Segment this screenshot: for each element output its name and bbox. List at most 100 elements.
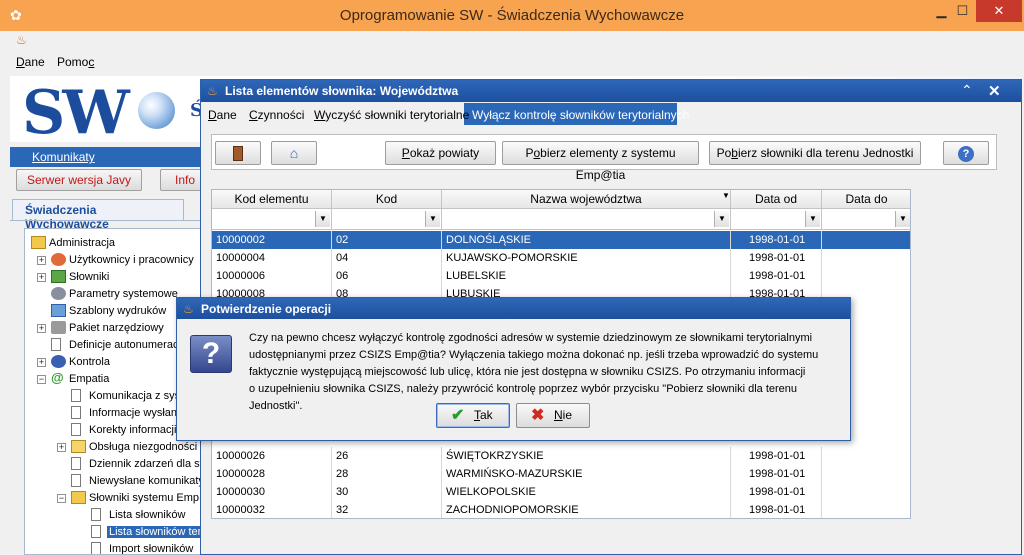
tree-item-label: Korekty informacji bbox=[89, 424, 177, 436]
dropdown-arrow-icon[interactable]: ▼ bbox=[315, 211, 330, 227]
dropdown-arrow-icon[interactable]: ▼ bbox=[895, 211, 910, 227]
tree-item[interactable]: Lista słowników terytorialnych bbox=[25, 524, 205, 541]
close-icon[interactable]: ✕ bbox=[976, 0, 1022, 22]
document-icon bbox=[71, 423, 81, 436]
expand-icon[interactable]: + bbox=[57, 443, 66, 452]
sw-logo: SW bbox=[22, 78, 130, 148]
table-cell: 1998-01-01 bbox=[749, 252, 806, 264]
yes-button[interactable]: ✔ Tak bbox=[436, 403, 510, 428]
expand-icon[interactable]: + bbox=[37, 273, 46, 282]
table-cell: DOLNOŚLĄSKIE bbox=[446, 234, 531, 246]
tab-separator bbox=[10, 220, 205, 221]
pokaz-powiaty-button[interactable]: Pokaż powiaty bbox=[385, 141, 496, 165]
column-header[interactable]: Kod elementu bbox=[212, 190, 332, 209]
document-icon bbox=[51, 338, 61, 351]
grid-line bbox=[441, 483, 442, 501]
no-button[interactable]: ✖ Nie bbox=[516, 403, 590, 428]
collapse-icon[interactable]: − bbox=[37, 375, 46, 384]
grid-line bbox=[441, 231, 442, 249]
grid-line bbox=[821, 447, 822, 465]
tree-item-label: Słowniki systemu Emp@tia bbox=[89, 492, 205, 504]
table-cell: 1998-01-01 bbox=[749, 468, 806, 480]
table-cell: 06 bbox=[336, 270, 349, 282]
dropdown-arrow-icon[interactable]: ▼ bbox=[805, 211, 820, 227]
tree-item[interactable]: Administracja bbox=[25, 235, 205, 252]
collapse-icon[interactable]: − bbox=[57, 494, 66, 503]
dictionary-title: Lista elementów słownika: Województwa bbox=[225, 84, 459, 98]
confirm-dialog: ♨ Potwierdzenie operacji ? Czy na pewno … bbox=[176, 297, 851, 441]
dropdown-arrow-icon[interactable]: ▼ bbox=[714, 211, 729, 227]
wrench-icon bbox=[51, 321, 66, 334]
table-cell: ZACHODNIOPOMORSKIE bbox=[446, 504, 579, 516]
column-header[interactable]: Data od bbox=[731, 190, 822, 209]
tree-item-label: Kontrola bbox=[69, 356, 110, 368]
expand-icon[interactable]: + bbox=[37, 358, 46, 367]
at-icon: @ bbox=[51, 370, 64, 385]
java-icon[interactable]: ♨ bbox=[16, 33, 27, 47]
menu-pomoc[interactable]: Pomoc bbox=[57, 55, 94, 69]
tree-item-label: Użytkownicy i pracownicy bbox=[69, 254, 194, 266]
person-icon bbox=[51, 355, 66, 368]
column-header[interactable]: Kod sprawozdawczy bbox=[332, 190, 442, 224]
table-row[interactable]: 10000026 26 ŚWIĘTOKRZYSKIE 1998-01-01 bbox=[212, 447, 910, 465]
tree-item[interactable]: Import słowników bbox=[25, 541, 205, 554]
expand-icon[interactable]: + bbox=[37, 256, 46, 265]
tree-item-label: Lista słowników bbox=[109, 509, 186, 521]
dict-menu-wyczysc[interactable]: Wyczyść słowniki terytorialne bbox=[314, 108, 469, 122]
grid-line bbox=[821, 231, 822, 249]
tree-item[interactable]: Niewysłane komunikaty bbox=[25, 473, 205, 490]
help-button[interactable]: ? bbox=[943, 141, 989, 165]
tab-swiadczenia[interactable]: Świadczenia Wychowawcze bbox=[12, 199, 184, 231]
table-row[interactable]: 10000032 32 ZACHODNIOPOMORSKIE 1998-01-01 bbox=[212, 501, 910, 518]
table-row[interactable]: 10000002 02 DOLNOŚLĄSKIE 1998-01-01 bbox=[212, 231, 910, 249]
table-row[interactable]: 10000004 04 KUJAWSKO-POMORSKIE 1998-01-01 bbox=[212, 249, 910, 267]
collapse-icon[interactable]: ⌃ bbox=[961, 82, 973, 99]
tree-item[interactable]: Lista słowników bbox=[25, 507, 205, 524]
books-icon bbox=[51, 270, 66, 283]
table-row[interactable]: 10000028 28 WARMIŃSKO-MAZURSKIE 1998-01-01 bbox=[212, 465, 910, 483]
expand-icon[interactable]: + bbox=[37, 324, 46, 333]
exit-button[interactable] bbox=[215, 141, 261, 165]
column-filter[interactable]: ▼ bbox=[822, 209, 910, 230]
tree-item[interactable]: Dziennik zdarzeń dla systemu bbox=[25, 456, 205, 473]
confirm-title: Potwierdzenie operacji bbox=[201, 302, 332, 316]
users-icon bbox=[51, 253, 66, 266]
column-header[interactable]: Nazwa województwa bbox=[442, 190, 731, 209]
grid-line bbox=[331, 483, 332, 501]
server-java-button[interactable]: Serwer wersja Javy bbox=[16, 169, 142, 191]
dict-menu-dane[interactable]: Dane bbox=[208, 108, 237, 122]
template-icon bbox=[51, 304, 66, 317]
pobierz-empatia-button[interactable]: Pobierz elementy z systemu Emp@tia bbox=[502, 141, 699, 182]
table-row[interactable]: 10000030 30 WIELKOPOLSKIE 1998-01-01 bbox=[212, 483, 910, 501]
column-filter[interactable]: ▼ bbox=[212, 209, 332, 230]
grid-line bbox=[331, 267, 332, 285]
column-header[interactable]: Data do bbox=[822, 190, 910, 209]
grid-line bbox=[730, 267, 731, 285]
tree-item[interactable]: + Słowniki bbox=[25, 269, 205, 286]
tree-item-label: Definicje autonumeracji bbox=[69, 339, 184, 351]
table-cell: 1998-01-01 bbox=[749, 450, 806, 462]
column-filter[interactable]: ▼ bbox=[731, 209, 822, 230]
table-cell: 10000032 bbox=[216, 504, 265, 516]
table-cell: 1998-01-01 bbox=[749, 270, 806, 282]
confirm-message-line: Czy na pewno chcesz wyłączyć kontrolę zg… bbox=[249, 332, 813, 344]
dropdown-arrow-icon[interactable]: ▼ bbox=[425, 211, 440, 227]
komunikaty-link[interactable]: Komunikaty bbox=[32, 150, 95, 164]
dict-menu-wylacz-kontrole[interactable]: Wyłącz kontrolę słowników terytorialnych bbox=[472, 108, 689, 122]
tree-item-label: Empatia bbox=[69, 373, 110, 385]
table-row[interactable]: 10000006 06 LUBELSKIE 1998-01-01 bbox=[212, 267, 910, 285]
close-icon[interactable]: ✕ bbox=[988, 82, 1001, 100]
menu-dane[interactable]: Dane bbox=[16, 55, 45, 69]
table-cell: 10000028 bbox=[216, 468, 265, 480]
home-button[interactable]: ⌂ bbox=[271, 141, 317, 165]
tree-item[interactable]: + Obsługa niezgodności bbox=[25, 439, 205, 456]
tree-item[interactable]: − Słowniki systemu Emp@tia bbox=[25, 490, 205, 507]
pobierz-jednostki-button[interactable]: Pobierz słowniki dla terenu Jednostki bbox=[709, 141, 921, 165]
grid-line bbox=[441, 501, 442, 518]
column-filter[interactable]: ▼ bbox=[332, 209, 442, 230]
dict-menu-czynnosci[interactable]: Czynności bbox=[249, 108, 304, 122]
tree-item-label: Niewysłane komunikaty bbox=[89, 475, 204, 487]
column-filter[interactable]: ▼ bbox=[442, 209, 731, 230]
maximize-icon[interactable]: ☐ bbox=[946, 0, 979, 22]
tree-item[interactable]: + Użytkownicy i pracownicy bbox=[25, 252, 205, 269]
